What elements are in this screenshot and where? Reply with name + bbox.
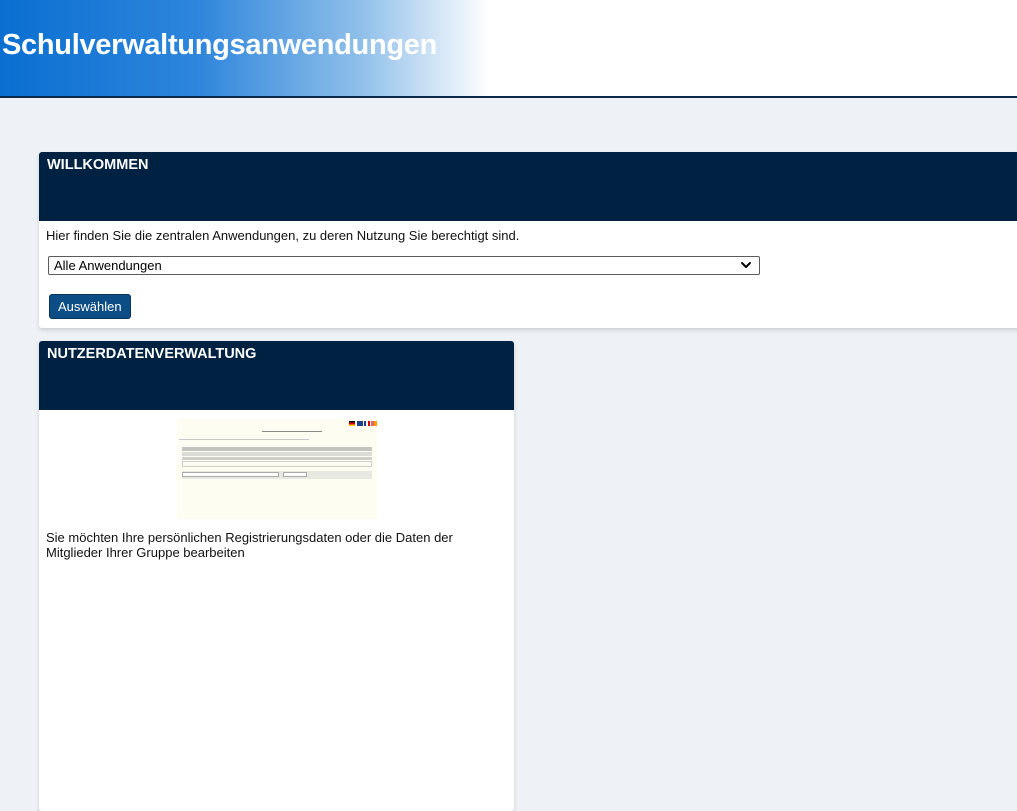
welcome-card-title: WILLKOMMEN — [47, 157, 149, 173]
user-admin-card-title[interactable]: NUTZERDATENVERWALTUNG — [47, 346, 506, 362]
user-admin-card: NUTZERDATENVERWALTUNG Sie möchten Ihre p… — [39, 341, 514, 811]
application-select[interactable]: Alle Anwendungen — [48, 256, 760, 275]
welcome-card-header: WILLKOMMEN — [39, 152, 1017, 221]
preview-button — [283, 472, 307, 477]
page-header: Schulverwaltungsanwendungen — [0, 0, 1017, 98]
welcome-card: WILLKOMMEN Hier finden Sie die zentralen… — [39, 152, 1017, 328]
user-admin-description: Sie möchten Ihre persönlichen Registrier… — [46, 530, 453, 560]
preview-select — [182, 472, 279, 477]
select-button[interactable]: Auswählen — [49, 294, 131, 319]
chevron-down-icon — [741, 262, 751, 268]
flag-other-icon — [371, 421, 377, 426]
preview-heading — [262, 431, 322, 432]
user-admin-card-header[interactable]: NUTZERDATENVERWALTUNG — [39, 341, 514, 410]
page-title: Schulverwaltungsanwendungen — [2, 29, 438, 61]
preview-text-line — [179, 439, 309, 440]
application-select-value: Alle Anwendungen — [54, 258, 162, 273]
flag-en-icon — [357, 421, 363, 426]
preview-row — [182, 457, 372, 460]
preview-row — [182, 447, 372, 451]
welcome-text: Hier finden Sie die zentralen Anwendunge… — [46, 228, 520, 243]
flag-fr-icon — [364, 421, 370, 426]
select-button-label: Auswählen — [58, 299, 122, 314]
preview-row — [182, 452, 372, 456]
application-preview-image[interactable] — [177, 419, 377, 519]
flag-de-icon — [349, 421, 355, 426]
preview-row — [182, 461, 372, 467]
